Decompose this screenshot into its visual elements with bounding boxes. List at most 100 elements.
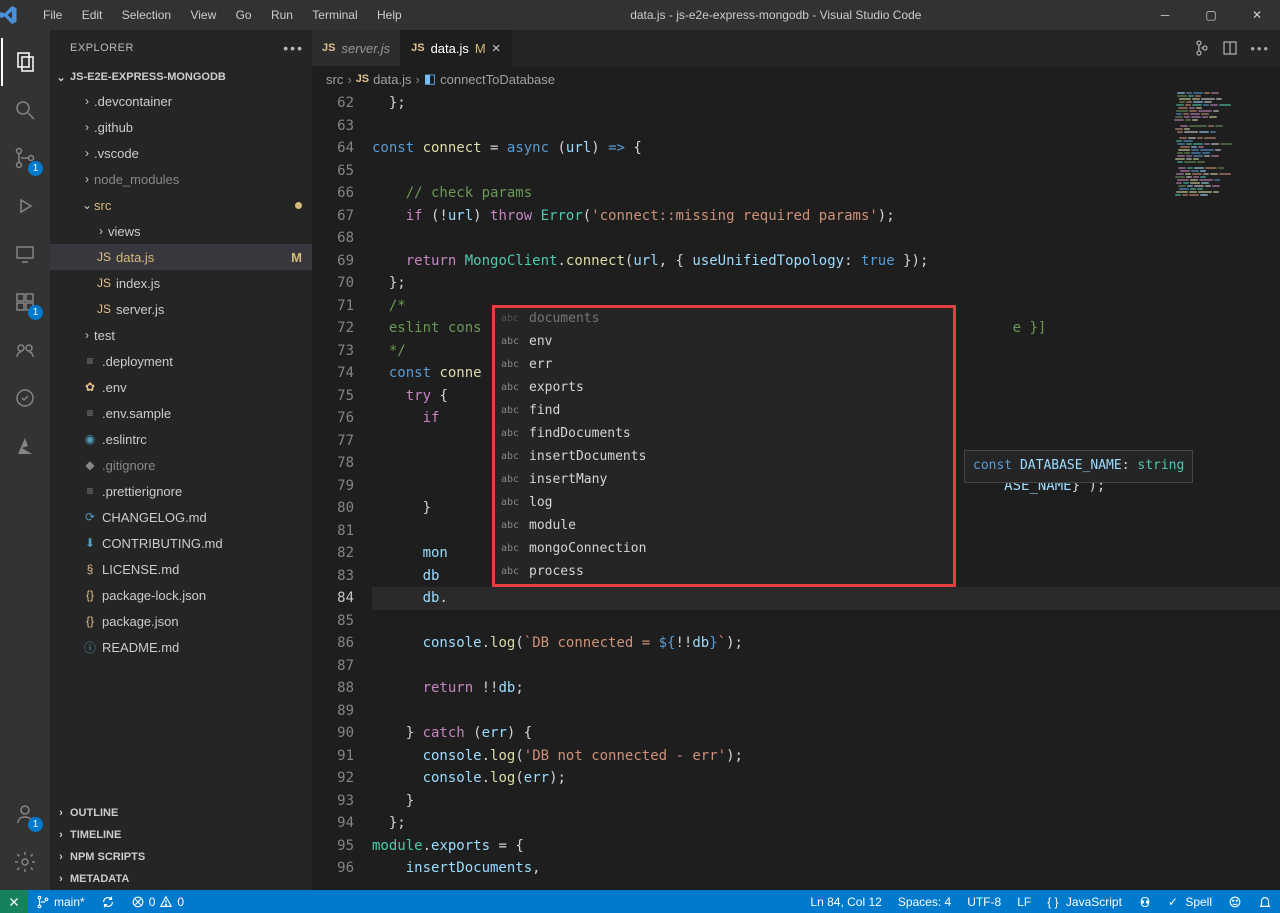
- activity-extensions-icon[interactable]: 1: [1, 278, 49, 326]
- activity-explorer-icon[interactable]: [1, 38, 49, 86]
- folder-item[interactable]: ›node_modules: [50, 166, 312, 192]
- intellisense-item[interactable]: abcinsertDocuments: [495, 446, 953, 469]
- activity-settings-icon[interactable]: [1, 838, 49, 886]
- activity-liveshare-icon[interactable]: [1, 326, 49, 374]
- file-item[interactable]: JSindex.js: [50, 270, 312, 296]
- folder-item[interactable]: ›test: [50, 322, 312, 348]
- editor-tab[interactable]: JSserver.js: [312, 30, 401, 66]
- file-item[interactable]: ◆.gitignore: [50, 452, 312, 478]
- menu-run[interactable]: Run: [263, 8, 301, 22]
- intellisense-item[interactable]: abcfindDocuments: [495, 423, 953, 446]
- menu-terminal[interactable]: Terminal: [304, 8, 365, 22]
- encoding-indicator[interactable]: UTF-8: [959, 895, 1009, 909]
- close-tab-icon[interactable]: ×: [492, 40, 501, 57]
- activity-bar: 1 1 1: [0, 30, 50, 890]
- function-icon: ◧: [424, 71, 436, 87]
- folder-item[interactable]: ⌄src: [50, 192, 312, 218]
- activity-task-icon[interactable]: [1, 374, 49, 422]
- notifications-icon[interactable]: [1250, 895, 1280, 909]
- suggestion-kind-icon: abc: [501, 400, 523, 423]
- intellisense-popup[interactable]: abcdocumentsabcenvabcerrabcexportsabcfin…: [492, 305, 956, 587]
- intellisense-item[interactable]: abcprocess: [495, 561, 953, 584]
- activity-search-icon[interactable]: [1, 86, 49, 134]
- feedback-icon[interactable]: [1220, 895, 1250, 909]
- indentation-indicator[interactable]: Spaces: 4: [890, 895, 959, 909]
- folder-item[interactable]: ›.vscode: [50, 140, 312, 166]
- folder-item[interactable]: ›.devcontainer: [50, 88, 312, 114]
- code-area[interactable]: 6263646566676869707172737475767778798081…: [312, 92, 1280, 890]
- activity-remote-icon[interactable]: [1, 230, 49, 278]
- intellisense-item[interactable]: abcfind: [495, 400, 953, 423]
- folder-item[interactable]: ›.github: [50, 114, 312, 140]
- file-item[interactable]: ≡.deployment: [50, 348, 312, 374]
- breadcrumb-src[interactable]: src: [326, 72, 343, 87]
- project-section-header[interactable]: ⌄ JS-E2E-EXPRESS-MONGODB: [50, 66, 312, 88]
- timeline-section[interactable]: ›TIMELINE: [50, 824, 312, 846]
- suggestion-kind-icon: abc: [501, 331, 523, 354]
- file-label: README.md: [102, 640, 179, 655]
- activity-scm-icon[interactable]: 1: [1, 134, 49, 182]
- spell-indicator[interactable]: ✓ Spell: [1160, 895, 1220, 909]
- menu-edit[interactable]: Edit: [74, 8, 111, 22]
- problems-indicator[interactable]: 0 0: [123, 890, 192, 913]
- split-editor-icon[interactable]: [1222, 40, 1238, 56]
- file-type-icon: ◆: [80, 458, 100, 472]
- activity-debug-icon[interactable]: [1, 182, 49, 230]
- file-item[interactable]: ⬇CONTRIBUTING.md: [50, 530, 312, 556]
- file-item[interactable]: ≡.env.sample: [50, 400, 312, 426]
- compare-icon[interactable]: [1194, 40, 1210, 56]
- file-type-icon: JS: [94, 250, 114, 264]
- menu-go[interactable]: Go: [228, 8, 260, 22]
- menu-view[interactable]: View: [182, 8, 224, 22]
- file-item[interactable]: §LICENSE.md: [50, 556, 312, 582]
- sync-indicator[interactable]: [93, 890, 123, 913]
- menu-selection[interactable]: Selection: [114, 8, 179, 22]
- intellisense-item[interactable]: abcmongoConnection: [495, 538, 953, 561]
- breadcrumb-file[interactable]: data.js: [373, 72, 411, 87]
- intellisense-item[interactable]: abcmodule: [495, 515, 953, 538]
- scm-badge: 1: [28, 161, 43, 176]
- branch-indicator[interactable]: main*: [28, 890, 93, 913]
- file-item[interactable]: ≡.prettierignore: [50, 478, 312, 504]
- suggestion-label: err: [529, 354, 552, 377]
- file-item[interactable]: ⟳CHANGELOG.md: [50, 504, 312, 530]
- menu-file[interactable]: File: [35, 8, 70, 22]
- intellisense-item[interactable]: abcenv: [495, 331, 953, 354]
- npmscripts-section[interactable]: ›NPM SCRIPTS: [50, 846, 312, 868]
- maximize-button[interactable]: ▢: [1188, 0, 1234, 30]
- file-item[interactable]: {}package.json: [50, 608, 312, 634]
- intellisense-item[interactable]: abcinsertMany: [495, 469, 953, 492]
- file-item[interactable]: JSserver.js: [50, 296, 312, 322]
- intellisense-item[interactable]: abcdocuments: [495, 308, 953, 331]
- minimize-button[interactable]: ─: [1142, 0, 1188, 30]
- metadata-section[interactable]: ›METADATA: [50, 868, 312, 890]
- more-icon[interactable]: •••: [283, 40, 304, 56]
- folder-item[interactable]: ›views: [50, 218, 312, 244]
- eol-indicator[interactable]: LF: [1009, 895, 1039, 909]
- file-type-icon: ⟳: [80, 510, 100, 524]
- activity-account-icon[interactable]: 1: [1, 790, 49, 838]
- file-item[interactable]: ⓘREADME.md: [50, 634, 312, 660]
- remote-indicator[interactable]: [0, 890, 28, 913]
- cursor-position[interactable]: Ln 84, Col 12: [802, 895, 889, 909]
- file-item[interactable]: JSdata.jsM: [50, 244, 312, 270]
- file-item[interactable]: ✿.env: [50, 374, 312, 400]
- intellisense-item[interactable]: abcexports: [495, 377, 953, 400]
- file-item[interactable]: ◉.eslintrc: [50, 426, 312, 452]
- intellisense-item[interactable]: abcerr: [495, 354, 953, 377]
- language-indicator[interactable]: { } JavaScript: [1039, 895, 1130, 909]
- file-item[interactable]: {}package-lock.json: [50, 582, 312, 608]
- outline-section[interactable]: ›OUTLINE: [50, 802, 312, 824]
- breadcrumb-symbol[interactable]: connectToDatabase: [440, 72, 555, 87]
- editor-tab[interactable]: JSdata.jsM×: [401, 30, 511, 66]
- menu-help[interactable]: Help: [369, 8, 410, 22]
- minimap[interactable]: [[4,3,5,3,4],[5,3,3],[6,4,7,3],[3,3,5,4]…: [1174, 92, 1268, 287]
- file-type-icon: {}: [80, 614, 100, 628]
- js-file-icon: JS: [411, 42, 424, 54]
- breadcrumbs[interactable]: src › JS data.js › ◧ connectToDatabase: [312, 66, 1280, 92]
- close-window-button[interactable]: ✕: [1234, 0, 1280, 30]
- activity-azure-icon[interactable]: [1, 422, 49, 470]
- more-actions-icon[interactable]: •••: [1250, 41, 1270, 56]
- intellisense-item[interactable]: abclog: [495, 492, 953, 515]
- copilot-icon[interactable]: [1130, 895, 1160, 909]
